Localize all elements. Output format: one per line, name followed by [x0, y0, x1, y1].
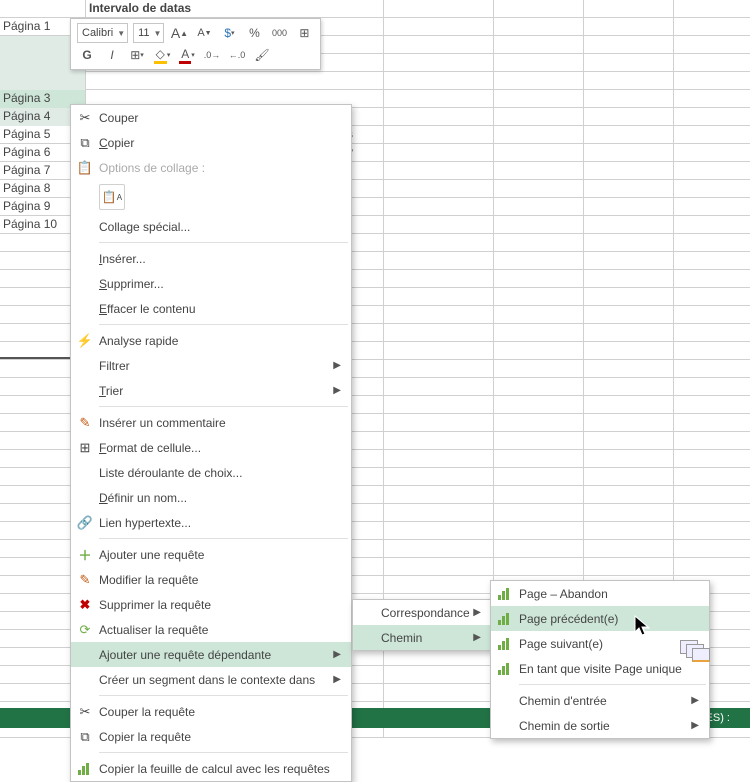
- ctx-hyperlink[interactable]: 🔗Lien hypertexte...: [71, 510, 351, 535]
- ctx-copy[interactable]: ⧉Copier: [71, 130, 351, 155]
- accounting-format-icon[interactable]: $▾: [219, 23, 239, 43]
- submenu-chemin: Page – Abandon Page précédent(e) Page su…: [490, 580, 710, 739]
- format-cells-icon[interactable]: ⊞: [294, 23, 314, 43]
- ctx-paste-special[interactable]: Collage spécial...: [71, 214, 351, 239]
- ctx-copy-query[interactable]: ⧉Copier la requête: [71, 724, 351, 749]
- ctx-refresh-query[interactable]: ⟳Actualiser la requête: [71, 617, 351, 642]
- ctx-paste-options-label: 📋Options de collage :: [71, 155, 351, 180]
- chart-icon: [491, 638, 519, 650]
- ctx-create-segment[interactable]: Créer un segment dans le contexte dans▶: [71, 667, 351, 692]
- fill-color-icon[interactable]: ◇▾: [152, 45, 172, 65]
- sub2-chemin-entree[interactable]: Chemin d'entrée▶: [491, 688, 709, 713]
- add-icon: ＋: [71, 545, 99, 564]
- ctx-insert[interactable]: Insérer...: [71, 246, 351, 271]
- refresh-icon: ⟳: [71, 622, 99, 638]
- format-cells-icon: ⊞: [71, 440, 99, 456]
- paste-default-icon[interactable]: 📋A: [99, 184, 125, 210]
- ctx-clear[interactable]: Effacer le contenu: [71, 296, 351, 321]
- sub2-page-abandon[interactable]: Page – Abandon: [491, 581, 709, 606]
- ctx-delete-query[interactable]: ✖Supprimer la requête: [71, 592, 351, 617]
- decrease-font-icon[interactable]: A▼: [194, 23, 214, 43]
- ctx-dropdown-list[interactable]: Liste déroulante de choix...: [71, 460, 351, 485]
- submenu-dependent: Correspondance▶ Chemin▶: [352, 599, 492, 651]
- header-intervalo[interactable]: Intervalo de datas: [86, 0, 384, 18]
- chart-icon: [491, 613, 519, 625]
- sub2-page-precedent[interactable]: Page précédent(e): [491, 606, 709, 631]
- scissors-icon: ✂: [71, 704, 99, 720]
- increase-font-icon[interactable]: A▲: [169, 23, 189, 43]
- chart-icon: [71, 763, 99, 775]
- ctx-copy-sheet-queries[interactable]: Copier la feuille de calcul avec les req…: [71, 756, 351, 781]
- font-size-combo[interactable]: 11▼: [133, 23, 164, 43]
- comment-icon: ✎: [71, 415, 99, 431]
- quick-analysis-icon: ⚡: [71, 333, 99, 349]
- percent-icon[interactable]: %: [244, 23, 264, 43]
- ctx-insert-comment[interactable]: ✎Insérer un commentaire: [71, 410, 351, 435]
- decrease-decimal-icon[interactable]: .0→: [202, 45, 222, 65]
- ctx-filter[interactable]: Filtrer▶: [71, 353, 351, 378]
- scissors-icon: ✂: [71, 110, 99, 126]
- chart-icon: [491, 663, 519, 675]
- sub-chemin[interactable]: Chemin▶: [353, 625, 491, 650]
- font-color-icon[interactable]: A▾: [177, 45, 197, 65]
- format-painter-icon[interactable]: 🖌: [252, 45, 272, 65]
- clipboard-icon: 📋: [71, 160, 99, 176]
- ctx-format-cells[interactable]: ⊞Format de cellule...: [71, 435, 351, 460]
- delete-icon: ✖: [71, 597, 99, 613]
- borders-icon[interactable]: ⊞▾: [127, 45, 147, 65]
- increase-decimal-icon[interactable]: ←.0: [227, 45, 247, 65]
- mini-toolbar: Calibri▼ 11▼ A▲ A▼ $▾ % 000 ⊞ G I ⊞▾ ◇▾ …: [70, 18, 321, 70]
- bold-button[interactable]: G: [77, 45, 97, 65]
- ctx-delete[interactable]: Supprimer...: [71, 271, 351, 296]
- ctx-add-query[interactable]: ＋Ajouter une requête: [71, 542, 351, 567]
- section-divider: [0, 357, 70, 360]
- copy-icon: ⧉: [71, 729, 99, 745]
- ctx-define-name[interactable]: Définir un nom...: [71, 485, 351, 510]
- paste-options-row: 📋A: [71, 180, 351, 214]
- edit-icon: ✎: [71, 572, 99, 588]
- comma-style-icon[interactable]: 000: [269, 23, 289, 43]
- chart-icon: [491, 588, 519, 600]
- ctx-quick-analysis[interactable]: ⚡Analyse rapide: [71, 328, 351, 353]
- frames-graphic-icon: [680, 640, 710, 662]
- hyperlink-icon: 🔗: [71, 515, 99, 531]
- sub2-chemin-sortie[interactable]: Chemin de sortie▶: [491, 713, 709, 738]
- ctx-cut[interactable]: ✂Couper: [71, 105, 351, 130]
- font-name-combo[interactable]: Calibri▼: [77, 23, 128, 43]
- ctx-sort[interactable]: Trier▶: [71, 378, 351, 403]
- copy-icon: ⧉: [71, 135, 99, 151]
- ctx-cut-query[interactable]: ✂Couper la requête: [71, 699, 351, 724]
- sub-correspondance[interactable]: Correspondance▶: [353, 600, 491, 625]
- context-menu: ✂Couper ⧉Copier 📋Options de collage : 📋A…: [70, 104, 352, 782]
- cell-a1[interactable]: [0, 0, 86, 18]
- sub2-page-unique[interactable]: En tant que visite Page unique: [491, 656, 709, 681]
- sub2-page-suivant[interactable]: Page suivant(e): [491, 631, 709, 656]
- ctx-edit-query[interactable]: ✎Modifier la requête: [71, 567, 351, 592]
- ctx-add-dependent-query[interactable]: Ajouter une requête dépendante▶: [71, 642, 351, 667]
- italic-button[interactable]: I: [102, 45, 122, 65]
